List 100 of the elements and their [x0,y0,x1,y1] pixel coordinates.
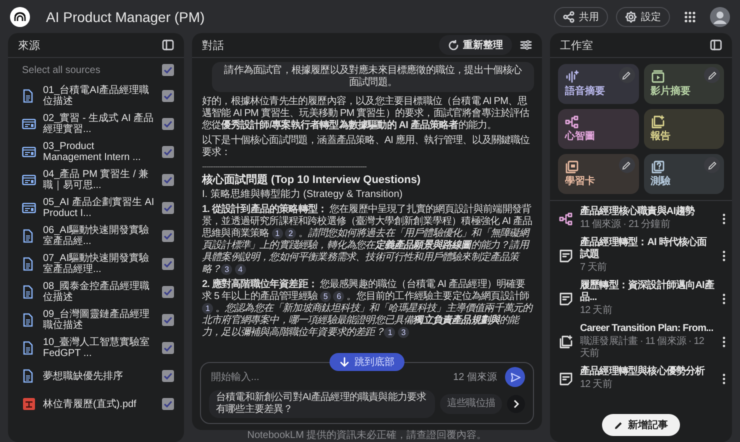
source-title[interactable]: 05_AI 產品企劃實習生 AI Product I... [43,197,155,219]
sliders-icon [520,39,532,51]
message-input[interactable]: 開始輸入... [209,368,446,386]
note-title: Career Transition Plan: From... [580,323,714,335]
checkbox[interactable] [162,90,174,102]
more-vert-icon [722,212,726,224]
source-title[interactable]: 06_AI驅動快速開發實驗室產品經... [43,225,155,247]
note-meta: 12 天前 [580,305,613,317]
add-note-button[interactable]: 新增記事 [602,414,680,436]
checkbox[interactable] [162,258,174,270]
next-button[interactable] [507,395,525,413]
source-title[interactable]: 07_AI驅動快速開發實驗室產品經理... [43,253,155,275]
checkbox[interactable] [162,174,174,186]
source-title[interactable]: 08_國泰金控產品經理職位描述 [43,281,155,303]
report-add-icon [559,334,573,348]
gear-icon [625,10,637,22]
note-item[interactable]: 產品經理轉型：AI 時代核心面試題 7 天前 [550,234,732,277]
panel-toggle-icon [710,39,722,51]
edit-button[interactable] [704,67,720,83]
source-title[interactable]: 03_Product Management Intern ... [43,141,155,163]
source-title[interactable]: 夢想職缺優先排序 [43,370,155,382]
checkbox[interactable] [162,286,174,298]
disclaimer-text: NotebookLM 提供的資訊未必正確，請查證回覆內容。 [246,430,488,442]
panel-toggle-icon [162,39,174,51]
checkbox[interactable] [162,64,174,76]
note-title: 履歷轉型：資深設計師邁向AI產品... [580,280,715,304]
send-button[interactable] [505,367,525,387]
suggestion-chip[interactable]: 這些職位描 [440,394,502,414]
checkbox[interactable] [162,230,174,242]
note-icon [559,292,573,306]
source-title[interactable]: 04_產品 PM 實習生 / 兼職｜易可思... [43,169,155,191]
note-icon [559,248,573,262]
checkbox[interactable] [162,370,174,382]
checkbox[interactable] [162,314,174,326]
edit-button[interactable] [618,157,634,173]
checkbox[interactable] [162,146,174,158]
suggestion-chip[interactable]: 台積電和新創公司對AI產品經理的職責與能力要求有哪些主要差異？ [209,390,435,418]
citation-chip[interactable]: 3 [398,327,409,338]
panel-title: 工作室 [560,38,593,52]
note-title: 產品經理核心職責與AI趨勢 [580,206,696,218]
pencil-icon [622,160,631,170]
settings-button[interactable]: 設定 [616,6,670,26]
edit-button[interactable] [618,67,634,83]
notebook-logo-icon [10,6,30,26]
more-vert-icon [722,336,726,348]
studio-tile[interactable]: 學習卡 [558,154,638,194]
note-icon [559,372,573,386]
response-paragraph: 以下是十個核心面試問題，涵蓋產品策略、AI 應用、執行管理、以及關鍵職位要求： [202,135,531,159]
response-paragraph: 2. 應對高階職位年資差距： 您最感興趣的職位（台積電 AI 產品經理）明確要求 5 年以上的產品管理經驗 5 6 。您目前的工作經驗主要定位為網頁設計師 1 。您認為您在「新加坡商鈦坦科技」和「哈瑪星科技」主導價值兩千萬元的北市府官網專案中，哪一項經驗最能證明您已具備獨立負責產品規劃與的能力，足以彌補與高階職位年資要求的差距？ 1 3 [202,279,534,339]
citation-chip[interactable]: 1 [272,228,283,239]
response-paragraph: 好的，根據林位青先生的履歷內容，以及您主要目標職位（台積電 AI PM、思邁智能 AI PM 實習生、玩美移動 PM 實習生）的要求，面試官將會專注於評估您從優秀設計師/專案執行者轉型為數據驅動的 AI 產品策略者的能力。 [202,96,530,132]
jump-to-bottom-button[interactable]: 跳到底部 [330,353,404,371]
citation-chip[interactable]: 5 [320,291,331,302]
citation-chip[interactable]: 1 [202,303,213,314]
web-page-icon [22,145,36,159]
studio-tile[interactable]: 心智圖 [558,109,638,149]
citation-chip[interactable]: 3 [221,264,232,275]
panel-title: 來源 [18,38,40,52]
chevron-right-icon [512,399,520,409]
select-all-label: Select all sources [22,64,102,76]
checkbox[interactable] [162,202,174,214]
source-title[interactable]: 09_台灣圖靈鏈產品經理職位描述 [43,309,155,331]
studio-tile[interactable]: 報告 [644,109,724,149]
checkbox[interactable] [162,398,174,410]
note-meta: 職涯發展計畫 · 11 個來源 · 12 天前 [580,336,706,360]
edit-button[interactable] [704,157,720,173]
note-title: 產品經理轉型與核心優勢分析 [580,366,706,378]
pencil-icon [614,420,623,430]
checkbox[interactable] [162,342,174,354]
arrow-down-icon [340,357,350,367]
pencil-icon [622,70,631,80]
source-count: 12 個來源 [453,370,497,384]
share-button[interactable]: 共用 [554,6,608,26]
checkbox[interactable] [162,118,174,130]
note-title: 產品經理轉型：AI 時代核心面試題 [580,237,708,261]
send-icon [510,372,520,382]
citation-chip[interactable]: 4 [234,264,246,275]
source-title[interactable]: 02_實習 - 生成式 AI 產品經理實習... [43,113,155,135]
note-item[interactable]: 產品經理轉型與核心優勢分析 12 天前 [550,363,732,394]
studio-tile[interactable]: 語音摘要 [558,64,638,104]
citation-chip[interactable]: 2 [284,228,296,239]
note-meta: 7 天前 [580,262,608,274]
citation-chip[interactable]: 1 [384,327,396,338]
source-title[interactable]: 10_臺灣人工智慧實驗室 FedGPT ... [43,337,155,359]
studio-tile[interactable]: 影片摘要 [644,64,724,104]
panel-title: 對話 [202,38,224,52]
source-title[interactable]: 林位青履歷(直式).pdf [43,398,155,410]
more-vert-icon [722,250,726,262]
note-item[interactable]: Career Transition Plan: From... 職涯發展計畫 · 11 個來源 · 12 天前 [550,320,732,363]
refresh-button[interactable]: 重新整理 [439,35,512,55]
pencil-icon [708,160,716,170]
note-item[interactable]: 產品經理核心職責與AI趨勢 11 個來源 · 21 分鐘前 [550,203,732,234]
mind-map-icon [559,212,573,226]
avatar-icon [710,6,730,26]
studio-tile[interactable]: 測驗 [644,154,724,194]
citation-chip[interactable]: 6 [333,291,344,302]
apps-grid-icon [684,10,696,22]
note-meta: 12 天前 [580,379,613,391]
source-title[interactable]: 01_台積電AI產品經理職位描述 [43,85,155,107]
note-item[interactable]: 履歷轉型：資深設計師邁向AI產品... 12 天前 [550,277,732,320]
